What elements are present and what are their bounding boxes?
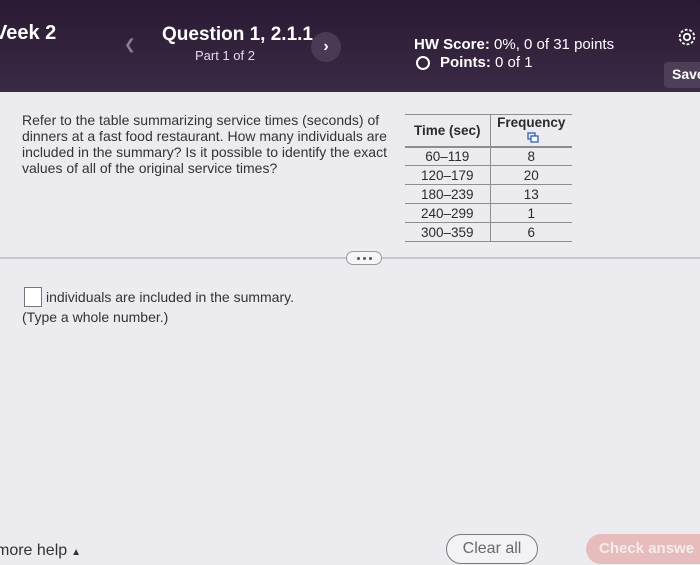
caret-up-icon: ▲	[71, 547, 82, 558]
table-cell: 20	[490, 165, 572, 186]
question-part: Part 1 of 2	[195, 48, 255, 63]
table-cell: 8	[490, 146, 572, 167]
table-row: 300–359 6	[405, 222, 572, 243]
column-header-time: Time (sec)	[405, 113, 491, 148]
table-header-row: Time (sec) Frequency	[405, 113, 572, 148]
points-value: 0 of 1	[495, 54, 533, 71]
copy-table-icon[interactable]	[527, 131, 539, 146]
check-answer-button[interactable]: Check answe	[586, 534, 700, 564]
week-label: Veek 2	[0, 22, 57, 44]
hw-score-value: 0%, 0 of 31 points	[494, 36, 615, 53]
gear-icon[interactable]	[674, 24, 700, 50]
more-help-button[interactable]: more help ▲	[0, 542, 81, 560]
top-bar: Veek 2 ❮ Question 1, 2.1.1 Part 1 of 2 ›…	[0, 0, 700, 92]
table-row: 120–179 20	[405, 165, 572, 186]
column-header-frequency: Frequency	[490, 113, 572, 148]
table-cell: 6	[490, 222, 572, 243]
table-row: 240–299 1	[405, 203, 572, 224]
next-question-button[interactable]: ›	[311, 32, 341, 62]
dot-icon	[356, 256, 360, 260]
chevron-left-icon[interactable]: ❮	[124, 36, 136, 53]
table-cell: 300–359	[405, 222, 491, 243]
points-label: Points:	[440, 54, 491, 71]
clear-all-button[interactable]: Clear all	[446, 534, 538, 564]
save-button[interactable]: Save	[664, 62, 700, 88]
table-row: 60–119 8	[405, 146, 572, 167]
table-cell: 60–119	[405, 146, 491, 167]
table-cell: 1	[490, 203, 572, 224]
answer-hint: (Type a whole number.)	[22, 309, 169, 325]
points: Points: 0 of 1	[414, 54, 533, 71]
chevron-right-icon: ›	[323, 38, 329, 55]
table-cell: 13	[490, 184, 572, 205]
answer-line: individuals are included in the summary.	[24, 287, 294, 307]
table-cell: 180–239	[405, 184, 491, 205]
table-cell: 120–179	[405, 165, 491, 186]
question-text: Refer to the table summarizing service t…	[22, 112, 387, 176]
answer-suffix: individuals are included in the summary.	[46, 289, 294, 305]
hw-score-label: HW Score:	[414, 36, 490, 53]
dot-icon	[362, 256, 366, 260]
table-cell: 240–299	[405, 203, 491, 224]
answer-input[interactable]	[24, 287, 42, 307]
frequency-table: Time (sec) Frequency 60–119 8 120–179 20…	[405, 113, 572, 243]
dot-icon	[368, 256, 372, 260]
progress-ring-icon	[416, 55, 430, 70]
expand-more-button[interactable]	[346, 251, 382, 265]
more-help-label: more help	[0, 542, 68, 559]
hw-score: HW Score: 0%, 0 of 31 points	[414, 36, 614, 53]
column-header-frequency-label: Frequency	[497, 115, 566, 130]
question-title: Question 1, 2.1.1	[162, 24, 313, 45]
table-row: 180–239 13	[405, 184, 572, 205]
